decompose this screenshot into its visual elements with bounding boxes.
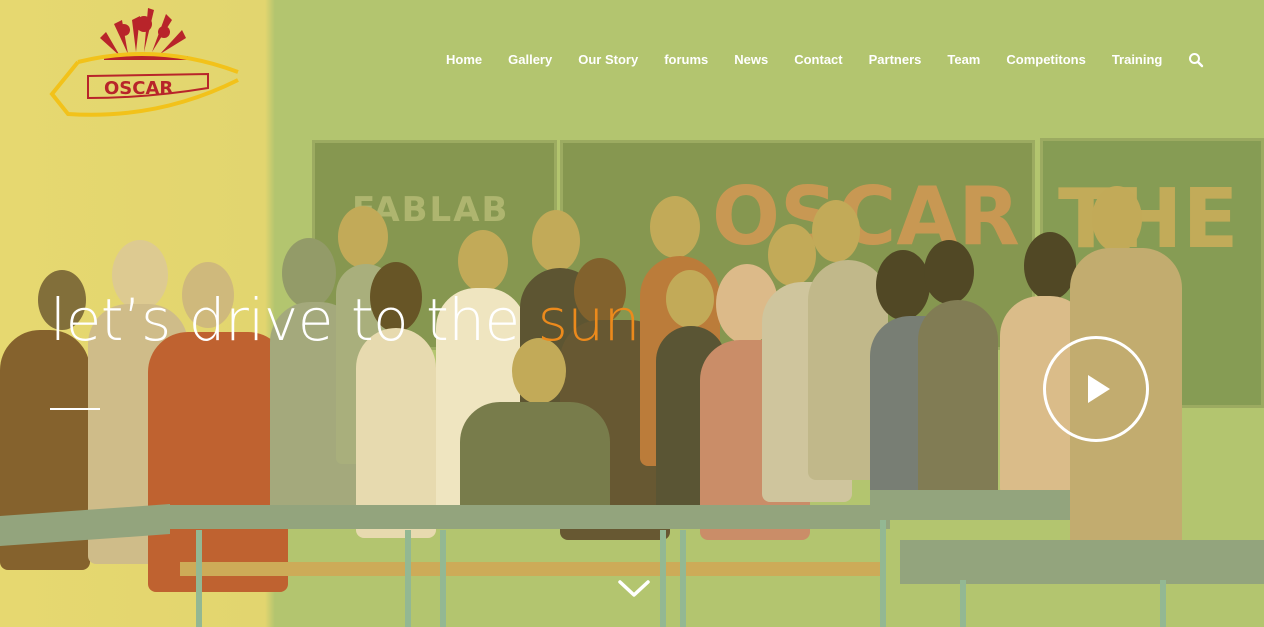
svg-text:OSCAR: OSCAR (104, 78, 173, 99)
play-video-button[interactable] (1043, 336, 1149, 442)
nav-team[interactable]: Team (947, 52, 980, 68)
search-icon[interactable] (1188, 52, 1204, 68)
nav-contact[interactable]: Contact (794, 52, 842, 68)
nav-forums[interactable]: forums (664, 52, 708, 68)
nav-gallery[interactable]: Gallery (508, 52, 552, 68)
nav-home[interactable]: Home (446, 52, 482, 68)
headline-divider (50, 408, 100, 410)
headline-accent-text: sun (537, 286, 641, 354)
headline-main-text: let’s drive to the (50, 286, 538, 354)
play-icon (1088, 375, 1110, 403)
hero-headline: let’s drive to the sun (50, 286, 640, 354)
chevron-down-icon (618, 580, 650, 597)
nav-partners[interactable]: Partners (869, 52, 922, 68)
oscar-sunburst-logo: OSCAR (49, 8, 239, 117)
scroll-down-button[interactable] (616, 578, 652, 600)
nav-competitons[interactable]: Competitons (1006, 52, 1085, 68)
site-logo[interactable]: OSCAR (48, 2, 243, 122)
nav-training[interactable]: Training (1112, 52, 1163, 68)
nav-news[interactable]: News (734, 52, 768, 68)
nav-our-story[interactable]: Our Story (578, 52, 638, 68)
main-navigation: Home Gallery Our Story forums News Conta… (446, 52, 1204, 68)
